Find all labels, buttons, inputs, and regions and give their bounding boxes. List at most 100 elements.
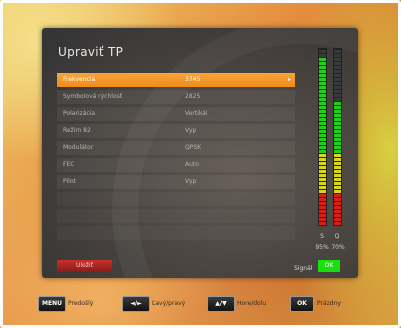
strength-meter-segment xyxy=(319,162,326,165)
strength-meter-segment xyxy=(319,130,326,133)
ok-key-icon[interactable]: OK xyxy=(290,296,314,312)
quality-meter-segment xyxy=(334,170,341,173)
quality-meter-segment xyxy=(334,218,341,221)
quality-meter-segment xyxy=(334,202,341,205)
strength-meter-segment xyxy=(319,74,326,77)
quality-meter-segment xyxy=(334,82,341,85)
strength-meter-segment xyxy=(319,138,326,141)
strength-meter-segment xyxy=(319,98,326,101)
row-value: 2825 xyxy=(185,93,201,100)
strength-meter-segment xyxy=(319,126,326,129)
quality-meter-segment xyxy=(334,186,341,189)
arrow-right-icon: ▸ xyxy=(287,76,291,83)
strength-meter-segment xyxy=(319,142,326,145)
row-mode-82[interactable]: Režim 82 Vyp xyxy=(57,124,295,138)
quality-meter-segment xyxy=(334,66,341,69)
quality-meter-segment xyxy=(334,166,341,169)
strength-meter-segment xyxy=(319,122,326,125)
quality-percent: 70% xyxy=(331,244,345,251)
row-label: Frekvencia xyxy=(63,76,96,83)
quality-meter-segment xyxy=(334,78,341,81)
quality-meter-segment xyxy=(334,86,341,89)
quality-meter-segment xyxy=(334,182,341,185)
quality-meter-segment xyxy=(334,114,341,117)
menu-key-icon[interactable]: MENU xyxy=(38,296,66,312)
quality-meter-segment xyxy=(334,198,341,201)
footer-key-legend: MENU Predošlý ◄/► Ľavý/pravý ▲/▼ Hore/do… xyxy=(0,296,401,316)
quality-meter-segment xyxy=(334,70,341,73)
row-pilot[interactable]: Pilot Vyp xyxy=(57,175,295,189)
quality-meter-segment xyxy=(334,134,341,137)
strength-meter-segment xyxy=(319,186,326,189)
quality-meter-segment xyxy=(334,210,341,213)
strength-meter-segment xyxy=(319,110,326,113)
row-label: Režim 82 xyxy=(63,127,91,134)
quality-meter-segment xyxy=(334,150,341,153)
row-label: Symbolová rýchlosť xyxy=(63,93,123,100)
empty-row xyxy=(57,226,295,240)
quality-meter-segment xyxy=(334,106,341,109)
quality-meter-segment xyxy=(334,90,341,93)
strength-meter-segment xyxy=(319,118,326,121)
strength-meter-segment xyxy=(319,206,326,209)
strength-meter-segment xyxy=(319,154,326,157)
ok-key-label: Prázdny xyxy=(317,300,341,307)
strength-meter-segment xyxy=(319,114,326,117)
signal-strength-meter xyxy=(318,48,327,226)
quality-meter-segment xyxy=(334,54,341,57)
row-symbol-rate[interactable]: Symbolová rýchlosť 2825 xyxy=(57,90,295,104)
row-fec[interactable]: FEC Auto xyxy=(57,158,295,172)
save-button[interactable]: Uložiť xyxy=(57,260,112,272)
strength-meter-segment xyxy=(319,54,326,57)
row-value: Vyp xyxy=(185,178,197,185)
quality-meter-segment xyxy=(334,102,341,105)
strength-meter-segment xyxy=(319,214,326,217)
quality-meter-segment xyxy=(334,146,341,149)
edit-tp-dialog: Upraviť TP Frekvencia 3745 ▸ Symbolová r… xyxy=(42,28,358,278)
strength-meter-segment xyxy=(319,62,326,65)
strength-meter-segment xyxy=(319,150,326,153)
up-down-key-label: Hore/dolu xyxy=(237,300,267,307)
strength-meter-segment xyxy=(319,210,326,213)
strength-meter-label: S xyxy=(320,233,324,240)
strength-meter-segment xyxy=(319,66,326,69)
quality-meter-segment xyxy=(334,130,341,133)
strength-meter-segment xyxy=(319,82,326,85)
quality-meter-segment xyxy=(334,174,341,177)
strength-meter-segment xyxy=(319,86,326,89)
row-label: FEC xyxy=(63,161,75,168)
row-value: Vertikál xyxy=(185,110,208,117)
empty-row xyxy=(57,192,295,206)
signal-ok-badge: OK xyxy=(318,260,340,272)
strength-meter-segment xyxy=(319,202,326,205)
up-down-key-icon[interactable]: ▲/▼ xyxy=(207,296,235,312)
row-label: Polarizácia xyxy=(63,110,96,117)
empty-row xyxy=(57,209,295,223)
quality-meter-segment xyxy=(334,118,341,121)
strength-meter-segment xyxy=(319,182,326,185)
strength-meter-segment xyxy=(319,198,326,201)
row-modulator[interactable]: Modulátor QPSK xyxy=(57,141,295,155)
left-right-key-icon[interactable]: ◄/► xyxy=(122,296,150,312)
strength-meter-segment xyxy=(319,146,326,149)
row-frequency[interactable]: Frekvencia 3745 ▸ xyxy=(57,73,295,87)
row-polarization[interactable]: Polarizácia Vertikál xyxy=(57,107,295,121)
row-value: QPSK xyxy=(185,144,202,151)
quality-meter-segment xyxy=(334,154,341,157)
quality-meter-segment xyxy=(334,138,341,141)
strength-meter-segment xyxy=(319,50,326,53)
quality-meter-segment xyxy=(334,98,341,101)
quality-meter-segment xyxy=(334,162,341,165)
quality-meter-segment xyxy=(334,194,341,197)
strength-meter-segment xyxy=(319,174,326,177)
menu-key-label: Predošlý xyxy=(68,300,94,307)
strength-meter-segment xyxy=(319,170,326,173)
quality-meter-label: Q xyxy=(334,233,340,240)
quality-meter-segment xyxy=(334,62,341,65)
strength-meter-segment xyxy=(319,194,326,197)
dialog-title: Upraviť TP xyxy=(58,45,124,59)
strength-meter-segment xyxy=(319,166,326,169)
strength-meter-segment xyxy=(319,106,326,109)
row-label: Modulátor xyxy=(63,144,94,151)
quality-meter-segment xyxy=(334,126,341,129)
